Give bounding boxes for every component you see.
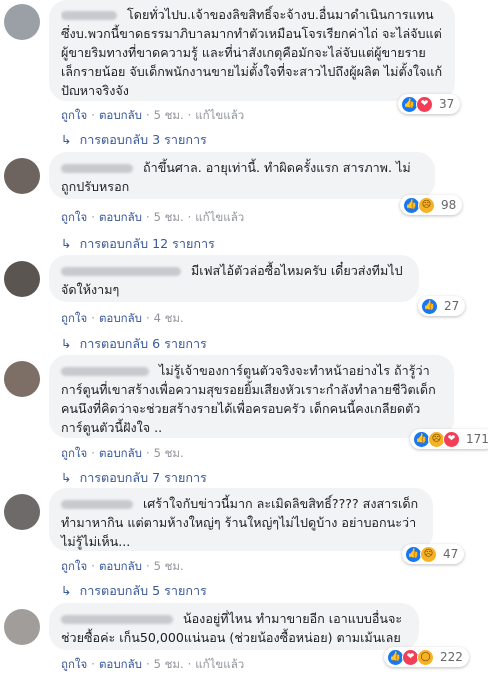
reaction-count: 47: [443, 547, 459, 561]
reaction-summary[interactable]: 👍 ☹ ❤ 171: [410, 429, 488, 449]
reaction-summary[interactable]: 👍 ☹ 98: [400, 195, 463, 215]
comment-bubble: เศร้าใจกับข่าวนี้มาก ละเมิดลิขสิทธิ์????…: [49, 488, 433, 551]
reply-arrow-icon: ↳: [61, 470, 72, 485]
comment-bubble: มีเฟสไอ้ตัวล่อซื้อไหมครับ เดี๋ยวส่งทีมไป…: [49, 255, 419, 302]
wow-icon: ◯: [417, 648, 434, 666]
reaction-count: 37: [439, 97, 455, 111]
timestamp[interactable]: 4 ชม.: [154, 311, 184, 325]
view-replies-link[interactable]: ↳ การตอบกลับ 7 รายการ: [61, 468, 207, 488]
edited-label: แก้ไขแล้ว: [195, 108, 245, 122]
comment-actions: ถูกใจ · ตอบกลับ · 4 ชม.: [61, 311, 184, 325]
reaction-summary[interactable]: 👍 ☹ 47: [402, 544, 465, 564]
timestamp[interactable]: 5 ชม.: [154, 559, 184, 573]
reaction-count: 171: [466, 432, 488, 446]
reply-link[interactable]: ตอบกลับ: [99, 108, 142, 122]
like-link[interactable]: ถูกใจ: [61, 657, 87, 671]
reply-link[interactable]: ตอบกลับ: [99, 311, 142, 325]
commenter-name[interactable]: [61, 615, 173, 624]
love-icon: ❤: [443, 430, 460, 448]
comment-bubble: โดยทั่วไปบ.เจ้าของลิขสิทธิ์จะจ้างบ.อื่นม…: [49, 0, 455, 101]
timestamp[interactable]: 5 ชม.: [154, 446, 184, 460]
edited-label: แก้ไขแล้ว: [195, 657, 245, 671]
reaction-count: 222: [440, 650, 463, 664]
view-replies-link[interactable]: ↳ การตอบกลับ 3 รายการ: [61, 130, 207, 150]
view-replies-link[interactable]: ↳ การตอบกลับ 12 รายการ: [61, 234, 215, 254]
reaction-count: 27: [444, 299, 460, 313]
sad-icon: ☹: [420, 545, 437, 563]
comment-bubble: น้องอยู่ที่ไหน ทำมาขายอีก เอาแบบอื่นจะช่…: [49, 603, 419, 650]
avatar[interactable]: [4, 494, 40, 530]
comment-actions: ถูกใจ · ตอบกลับ · 5 ชม.: [61, 446, 184, 460]
view-replies-link[interactable]: ↳ การตอบกลับ 6 รายการ: [61, 334, 207, 354]
reply-arrow-icon: ↳: [61, 132, 72, 147]
edited-label: แก้ไขแล้ว: [195, 210, 245, 224]
like-icon: 👍: [421, 297, 438, 315]
reply-link[interactable]: ตอบกลับ: [99, 210, 142, 224]
commenter-name[interactable]: [61, 267, 181, 276]
timestamp[interactable]: 5 ชม.: [154, 210, 184, 224]
reaction-summary[interactable]: 👍 27: [418, 296, 466, 316]
reply-link[interactable]: ตอบกลับ: [99, 559, 142, 573]
comment-bubble: ถ้าขึ้นศาล. อายุเท่านี้. ทำผิดครั้งแรก ส…: [49, 152, 435, 199]
comment-actions: ถูกใจ · ตอบกลับ · 5 ชม. · แก้ไขแล้ว: [61, 657, 245, 671]
reply-arrow-icon: ↳: [61, 583, 72, 598]
reply-arrow-icon: ↳: [61, 236, 72, 251]
avatar[interactable]: [4, 4, 40, 40]
comment-bubble: ไม่รู้เจ้าของการ์ตูนตัวจริงจะทำหน้าอย่าง…: [49, 355, 454, 438]
avatar[interactable]: [4, 609, 40, 645]
like-link[interactable]: ถูกใจ: [61, 108, 87, 122]
like-link[interactable]: ถูกใจ: [61, 311, 87, 325]
avatar[interactable]: [4, 158, 40, 194]
comment-actions: ถูกใจ · ตอบกลับ · 5 ชม.: [61, 559, 184, 573]
timestamp[interactable]: 5 ชม.: [154, 108, 184, 122]
love-icon: ❤: [416, 95, 433, 113]
comment-text: โดยทั่วไปบ.เจ้าของลิขสิทธิ์จะจ้างบ.อื่นม…: [61, 7, 443, 95]
commenter-name[interactable]: [61, 500, 133, 509]
comment-actions: ถูกใจ · ตอบกลับ · 5 ชม. · แก้ไขแล้ว: [61, 108, 245, 122]
sad-icon: ☹: [418, 196, 435, 214]
avatar[interactable]: [4, 361, 40, 397]
reply-arrow-icon: ↳: [61, 336, 72, 351]
avatar[interactable]: [4, 261, 40, 297]
like-link[interactable]: ถูกใจ: [61, 559, 87, 573]
comment-actions: ถูกใจ · ตอบกลับ · 5 ชม. · แก้ไขแล้ว: [61, 210, 245, 224]
reply-link[interactable]: ตอบกลับ: [99, 446, 142, 460]
reaction-summary[interactable]: 👍 ❤ 37: [398, 94, 461, 114]
commenter-name[interactable]: [61, 367, 149, 376]
reaction-summary[interactable]: 👍 ❤ ◯ 222: [384, 647, 469, 667]
reaction-count: 98: [441, 198, 457, 212]
commenter-name[interactable]: [61, 11, 117, 20]
reply-link[interactable]: ตอบกลับ: [99, 657, 142, 671]
timestamp[interactable]: 5 ชม.: [154, 657, 184, 671]
like-link[interactable]: ถูกใจ: [61, 210, 87, 224]
like-link[interactable]: ถูกใจ: [61, 446, 87, 460]
commenter-name[interactable]: [61, 164, 133, 173]
view-replies-link[interactable]: ↳ การตอบกลับ 5 รายการ: [61, 581, 207, 601]
